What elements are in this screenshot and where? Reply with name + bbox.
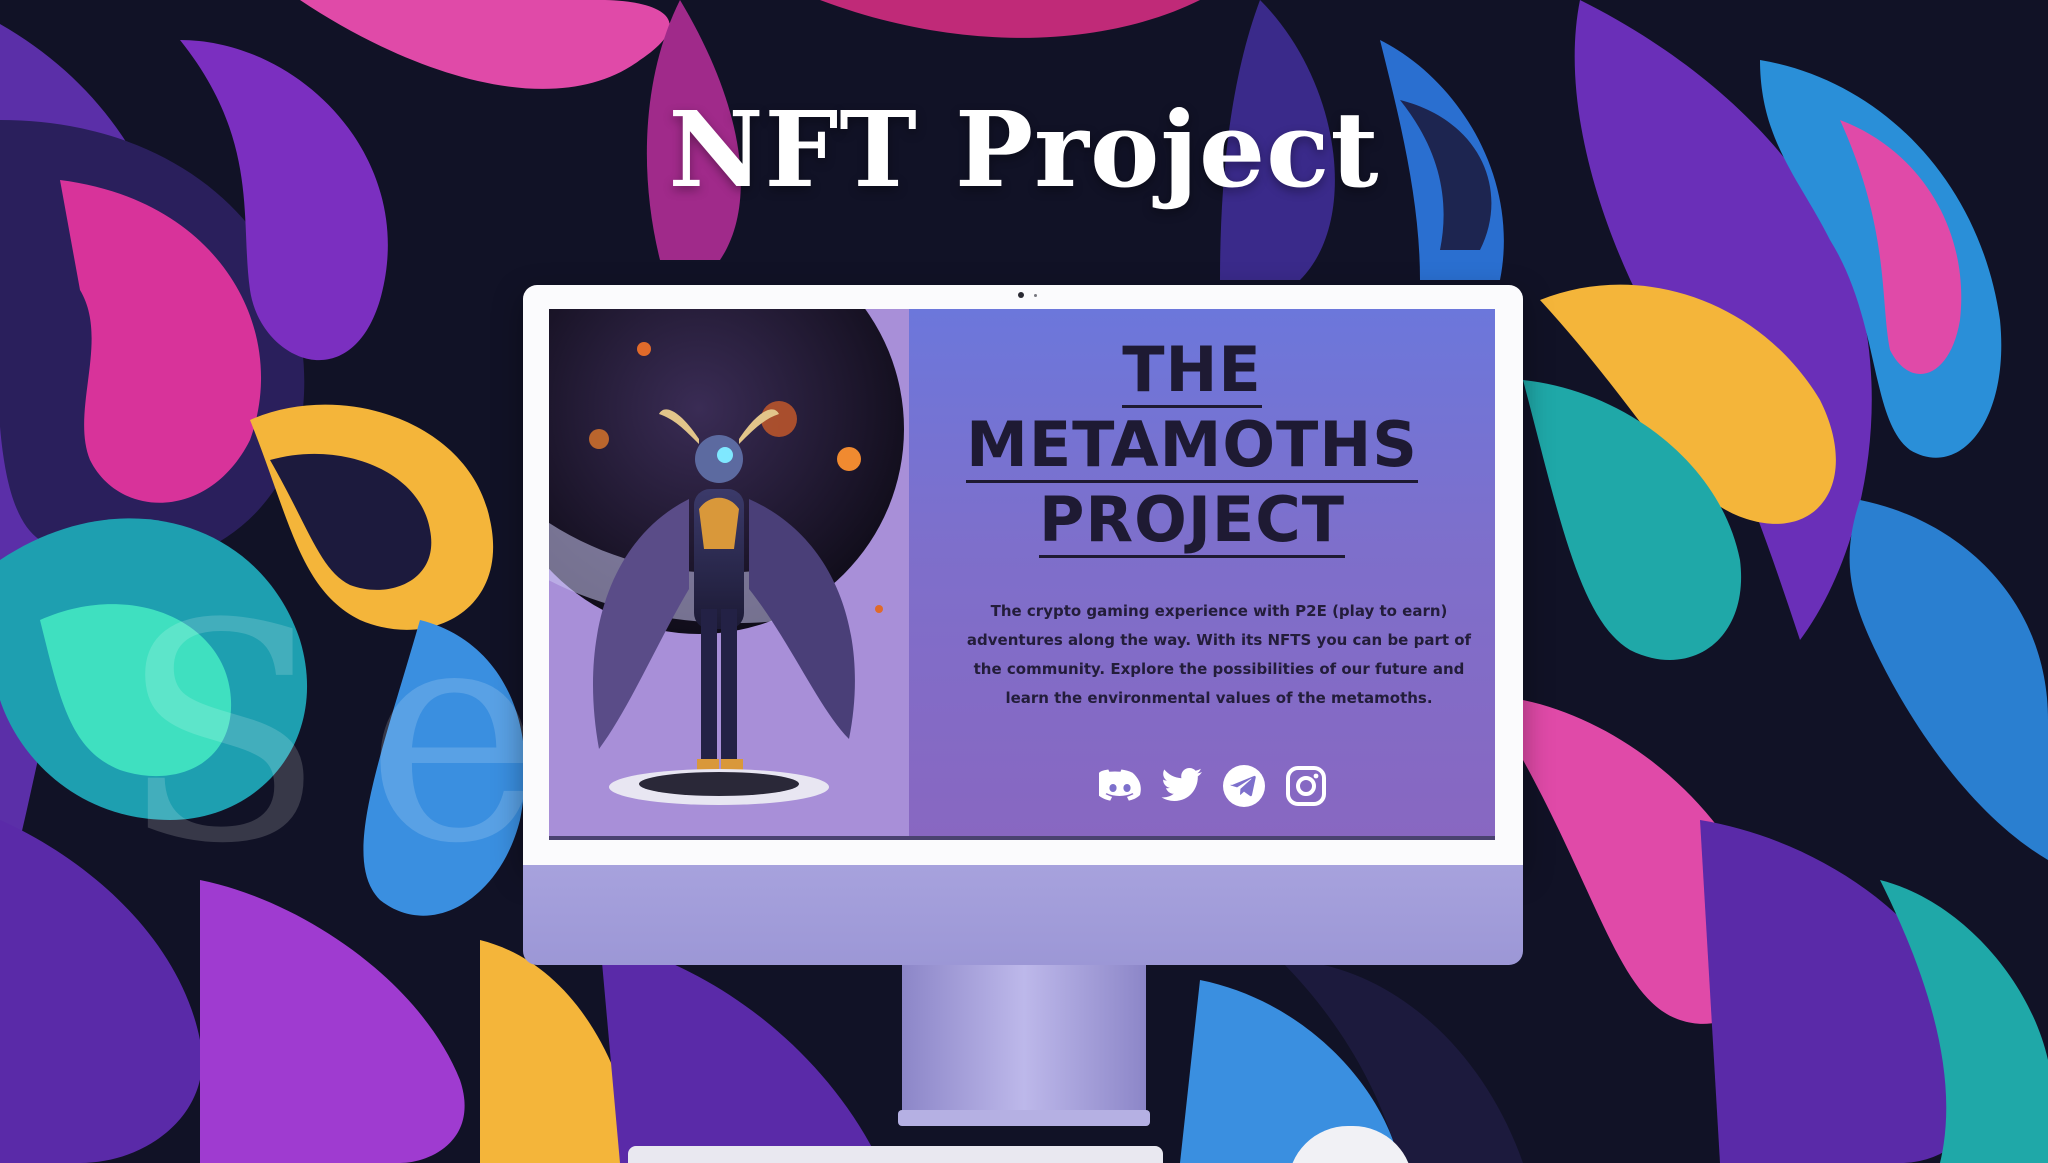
telegram-link[interactable] — [1223, 765, 1265, 807]
discord-icon — [1099, 769, 1141, 801]
discord-link[interactable] — [1099, 765, 1141, 807]
page-title: NFT Project — [668, 88, 1380, 211]
imac-bezel: THE METAMOTHS PROJECT The crypto gaming … — [523, 285, 1523, 865]
twitter-link[interactable] — [1161, 765, 1203, 807]
keyboard — [628, 1146, 1163, 1163]
telegram-icon — [1223, 765, 1265, 807]
camera-sensor-icon — [1034, 294, 1037, 297]
hero-description: The crypto gaming experience with P2E (p… — [966, 602, 1472, 707]
imac-chin — [523, 865, 1523, 965]
hero-heading-line-2: METAMOTHS — [966, 408, 1418, 483]
imac-stand-foot — [898, 1110, 1150, 1126]
website-screen: THE METAMOTHS PROJECT The crypto gaming … — [549, 309, 1495, 840]
imac-mockup: THE METAMOTHS PROJECT The crypto gaming … — [523, 285, 1523, 965]
hero-moth-warrior-image — [549, 309, 909, 840]
instagram-link[interactable] — [1285, 765, 1327, 807]
imac-stand — [902, 965, 1146, 1125]
twitter-icon — [1161, 768, 1202, 801]
hero-heading: THE METAMOTHS PROJECT — [904, 333, 1480, 558]
hero-heading-line-3: PROJECT — [1038, 483, 1346, 558]
screen-bottom-edge — [549, 836, 1495, 840]
social-links — [1093, 761, 1333, 811]
hero-heading-line-1: THE — [1122, 333, 1262, 408]
page: NFT Project Sevice — [0, 0, 2048, 1163]
camera-icon — [1018, 292, 1024, 298]
instagram-icon — [1286, 766, 1326, 806]
